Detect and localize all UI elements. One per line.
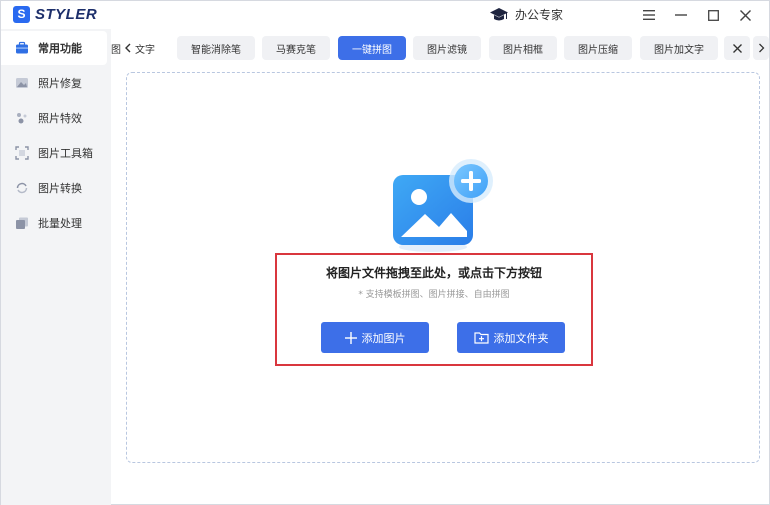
tab-text[interactable]: 文字 <box>135 36 171 60</box>
app-title: 办公专家 <box>489 6 563 23</box>
graduation-cap-icon <box>490 7 508 20</box>
drop-zone-title: 将图片文件拖拽至此处，或点击下方按钮 <box>325 266 542 280</box>
window-controls <box>633 5 761 25</box>
title-bar: S STYLER 办公专家 <box>1 1 769 29</box>
sidebar: 常用功能 照片修复 照片特效 图片工具箱 图片转换 批量处理 <box>1 29 111 505</box>
minimize-icon <box>675 14 687 16</box>
briefcase-icon <box>16 41 28 54</box>
logo-text: STYLER <box>35 5 98 23</box>
hamburger-icon <box>643 10 655 20</box>
convert-icon <box>16 182 28 194</box>
sparkle-icon <box>17 113 27 124</box>
app-title-text: 办公专家 <box>515 8 564 22</box>
menu-button[interactable] <box>633 5 665 25</box>
tab-close-button[interactable] <box>724 36 750 60</box>
logo-mark: S <box>13 5 30 23</box>
sidebar-item-label: 照片特效 <box>38 112 82 125</box>
maximize-button[interactable] <box>697 5 729 25</box>
tab-compress[interactable]: 图片压缩 <box>564 36 632 60</box>
sidebar-item-label: 图片转换 <box>38 182 82 195</box>
sidebar-item-label: 图片工具箱 <box>38 147 93 160</box>
tool-tabs: 图 文字 智能消除笔 马赛克笔 一键拼图 图片滤镜 图片相框 图片压缩 图片加文… <box>111 33 770 63</box>
sidebar-item-label: 批量处理 <box>38 217 82 230</box>
close-button[interactable] <box>729 5 761 25</box>
add-image-icon <box>393 159 493 252</box>
crop-frame-icon <box>15 146 29 160</box>
sidebar-item-convert[interactable]: 图片转换 <box>1 171 107 205</box>
add-folder-button[interactable]: 添加文件夹 <box>457 322 565 353</box>
sidebar-item-label: 常用功能 <box>38 42 82 55</box>
tab-smart-eraser[interactable]: 智能消除笔 <box>177 36 255 60</box>
chevron-left-icon <box>125 43 131 53</box>
drop-zone-subtitle: * 支持模板拼图、图片拼接、自由拼图 <box>358 290 510 300</box>
close-icon <box>739 9 751 21</box>
tab-one-click-collage[interactable]: 一键拼图 <box>338 36 406 60</box>
app-window: S STYLER 办公专家 常用功能 照片修复 照片特效 图片工具箱 图片转换 … <box>0 0 770 505</box>
tabs-scroll-right-button[interactable] <box>753 36 769 60</box>
tab-add-text[interactable]: 图片加文字 <box>640 36 718 60</box>
maximize-icon <box>707 9 719 21</box>
chevron-right-icon <box>758 43 764 53</box>
tab-frame[interactable]: 图片相框 <box>489 36 557 60</box>
tab-filter[interactable]: 图片滤镜 <box>413 36 481 60</box>
sidebar-item-batch[interactable]: 批量处理 <box>1 206 107 240</box>
plus-icon <box>344 331 357 344</box>
folder-plus-icon <box>473 332 489 344</box>
tabs-scroll-left-button[interactable] <box>120 36 136 60</box>
app-logo: S STYLER <box>13 5 97 23</box>
tab-mosaic[interactable]: 马赛克笔 <box>262 36 330 60</box>
sidebar-item-common[interactable]: 常用功能 <box>1 31 107 65</box>
photo-repair-icon <box>16 78 28 88</box>
close-icon <box>732 43 742 53</box>
sidebar-item-photo-effects[interactable]: 照片特效 <box>1 101 107 135</box>
sidebar-item-photo-repair[interactable]: 照片修复 <box>1 66 107 100</box>
sidebar-item-label: 照片修复 <box>38 77 82 90</box>
add-image-button[interactable]: 添加图片 <box>321 322 429 353</box>
add-folder-label: 添加文件夹 <box>493 331 549 345</box>
batch-icon <box>16 217 28 229</box>
minimize-button[interactable] <box>665 5 697 25</box>
add-image-label: 添加图片 <box>361 331 406 345</box>
sidebar-item-toolbox[interactable]: 图片工具箱 <box>1 136 107 170</box>
